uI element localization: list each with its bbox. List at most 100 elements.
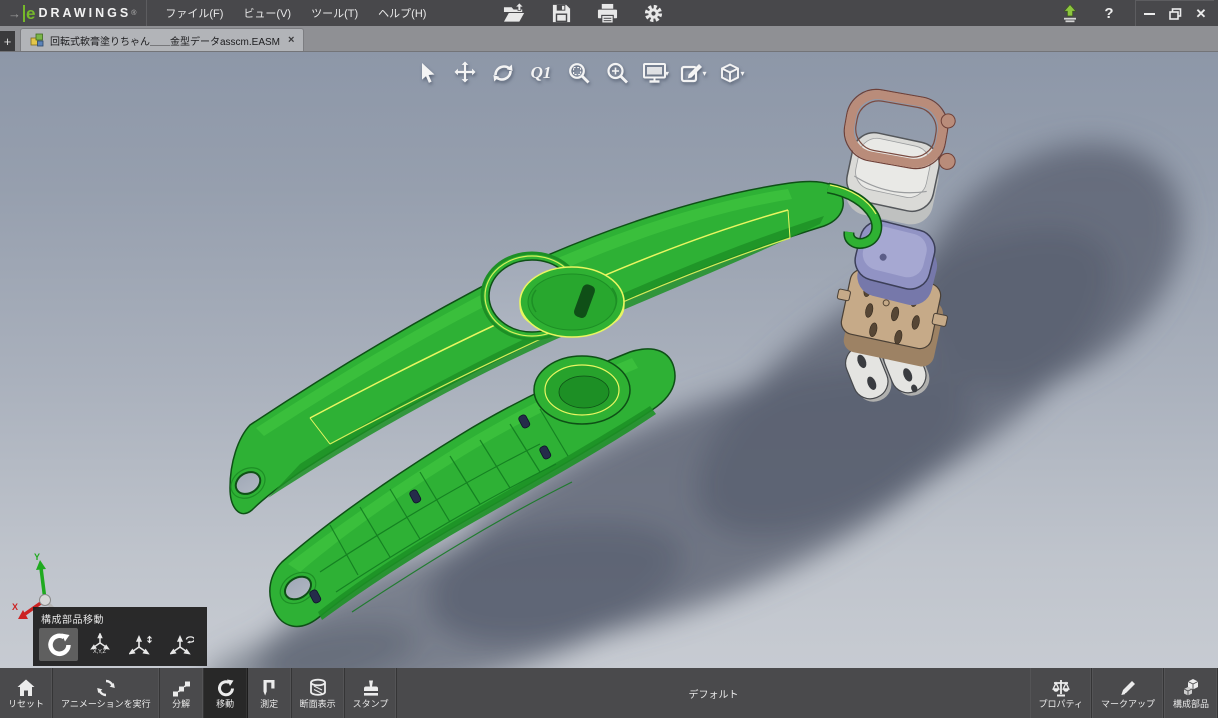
- move-label: 移動: [216, 700, 234, 709]
- move-panel-title: 構成部品移動: [33, 607, 207, 628]
- rotate-tool-button[interactable]: [488, 57, 518, 89]
- app-logo: → e DRAWINGS ®: [0, 0, 147, 26]
- document-tab[interactable]: 回転式軟膏塗りちゃん＿＿金型データasscm.EASM ×: [20, 28, 304, 51]
- help-button[interactable]: ?: [1099, 5, 1119, 22]
- move-mode-free-drag[interactable]: [39, 628, 78, 661]
- triad-x-label: X: [12, 602, 18, 612]
- views-dropdown-caret[interactable]: ▾: [740, 69, 744, 78]
- zoom-fit-tool-button[interactable]: Q1: [526, 57, 556, 89]
- properties-label: プロパティ: [1039, 700, 1083, 709]
- open-button[interactable]: [502, 1, 528, 25]
- zoom-area-tool-button[interactable]: [564, 57, 594, 89]
- bottom-toolbar-right: プロパティ マークアップ 構成部品: [1030, 668, 1218, 718]
- model-scene: Y X: [0, 52, 1218, 668]
- move-panel-modes: X,Y,Z: [33, 628, 207, 661]
- explode-icon: [171, 678, 191, 698]
- logo-name: DRAWINGS: [38, 6, 131, 20]
- configuration-label[interactable]: デフォルト: [397, 668, 1029, 718]
- save-button[interactable]: [548, 1, 574, 25]
- section-view-icon: [308, 678, 328, 698]
- fullscreen-dropdown-caret[interactable]: ▾: [665, 69, 669, 78]
- pan-icon: [452, 60, 478, 86]
- measure-icon: [259, 678, 279, 698]
- move-button[interactable]: 移動: [204, 668, 248, 718]
- new-tab-button[interactable]: +: [0, 31, 15, 51]
- fullscreen-tool-button[interactable]: ▾: [640, 57, 670, 89]
- properties-button[interactable]: プロパティ: [1030, 668, 1092, 718]
- markup-tools-button[interactable]: ▾: [678, 57, 708, 89]
- open-document-icon: [503, 2, 528, 24]
- components-button[interactable]: 構成部品: [1164, 668, 1218, 718]
- stamp-label: スタンプ: [353, 700, 389, 709]
- titlebar-right: ? ✕: [1057, 0, 1218, 26]
- select-tool-button[interactable]: [412, 57, 442, 89]
- measure-label: 測定: [260, 700, 278, 709]
- fullscreen-monitor-icon: [641, 60, 668, 86]
- tab-title: 回転式軟膏塗りちゃん＿＿金型データasscm.EASM: [50, 33, 280, 48]
- triad-y-label: Y: [34, 552, 40, 562]
- print-button[interactable]: [594, 1, 620, 25]
- menu-tools[interactable]: ツール(T): [301, 0, 368, 26]
- move-mode-along-axis[interactable]: [121, 628, 160, 661]
- components-cubes-icon: [1181, 678, 1201, 698]
- zoom-icon: [605, 61, 630, 86]
- menu-view[interactable]: ビュー(V): [233, 0, 301, 26]
- free-drag-rotate-icon: [46, 632, 72, 658]
- minimize-button[interactable]: [1136, 1, 1162, 26]
- minimize-icon: [1144, 13, 1155, 15]
- view-toolbar: Q1 ▾: [412, 57, 746, 89]
- home-icon: [16, 678, 36, 698]
- part-round-cap-cylinder[interactable]: [520, 267, 624, 337]
- measure-button[interactable]: 測定: [248, 668, 292, 718]
- components-label: 構成部品: [1173, 700, 1209, 709]
- reset-label: リセット: [8, 700, 44, 709]
- zoom-fit-icon: Q1: [531, 63, 552, 83]
- menu-help[interactable]: ヘルプ(H): [368, 0, 436, 26]
- settings-button[interactable]: [640, 1, 666, 25]
- 3d-viewport[interactable]: Q1 ▾: [0, 52, 1218, 668]
- tab-close-button[interactable]: ×: [286, 34, 294, 46]
- stamp-icon: [361, 678, 381, 698]
- run-animation-label: アニメーションを実行: [61, 700, 151, 709]
- quick-toolbar: [502, 1, 666, 25]
- move-mode-translate-xyz[interactable]: X,Y,Z: [80, 628, 119, 661]
- close-button[interactable]: ✕: [1188, 1, 1214, 26]
- bottom-toolbar: リセット アニメーションを実行 分解 移動 測定: [0, 668, 1218, 718]
- pan-tool-button[interactable]: [450, 57, 480, 89]
- explode-button[interactable]: 分解: [160, 668, 204, 718]
- reset-button[interactable]: リセット: [0, 668, 53, 718]
- window-controls: ✕: [1135, 0, 1214, 26]
- menu-bar: ファイル(F) ビュー(V) ツール(T) ヘルプ(H): [155, 0, 436, 26]
- section-view-label: 断面表示: [300, 700, 336, 709]
- explode-label: 分解: [172, 700, 190, 709]
- select-cursor-icon: [415, 61, 439, 85]
- move-component-panel: 構成部品移動 X,Y,Z: [33, 607, 207, 666]
- publish-share-icon: [1060, 3, 1080, 23]
- maximize-button[interactable]: [1162, 1, 1188, 26]
- maximize-icon: [1169, 8, 1182, 20]
- publish-share-button[interactable]: [1057, 1, 1083, 25]
- run-animation-button[interactable]: アニメーションを実行: [53, 668, 160, 718]
- zoom-area-icon: [567, 61, 592, 86]
- stamp-button[interactable]: スタンプ: [345, 668, 398, 718]
- lower-arm-dome-ring: [534, 356, 630, 424]
- print-icon: [596, 3, 619, 24]
- gear-icon: [643, 3, 664, 24]
- standard-views-button[interactable]: ▾: [716, 57, 746, 89]
- zoom-tool-button[interactable]: [602, 57, 632, 89]
- move-mode-rotate-about-axis[interactable]: [162, 628, 201, 661]
- logo-e: e: [23, 5, 35, 22]
- markup-button[interactable]: マークアップ: [1092, 668, 1164, 718]
- section-view-button[interactable]: 断面表示: [292, 668, 345, 718]
- logo-registered-mark: ®: [131, 10, 136, 17]
- save-icon: [551, 3, 572, 24]
- title-bar: → e DRAWINGS ® ファイル(F) ビュー(V) ツール(T) ヘルプ…: [0, 0, 1218, 26]
- document-tab-bar: + 回転式軟膏塗りちゃん＿＿金型データasscm.EASM ×: [0, 26, 1218, 52]
- markup-dropdown-caret[interactable]: ▾: [702, 69, 706, 78]
- menu-file[interactable]: ファイル(F): [155, 0, 233, 26]
- xyz-caption: X,Y,Z: [93, 650, 106, 656]
- move-along-axis-icon: [129, 634, 153, 656]
- move-icon: [215, 678, 235, 698]
- markup-pencil-icon: [1118, 678, 1138, 698]
- close-icon: ✕: [1196, 6, 1207, 22]
